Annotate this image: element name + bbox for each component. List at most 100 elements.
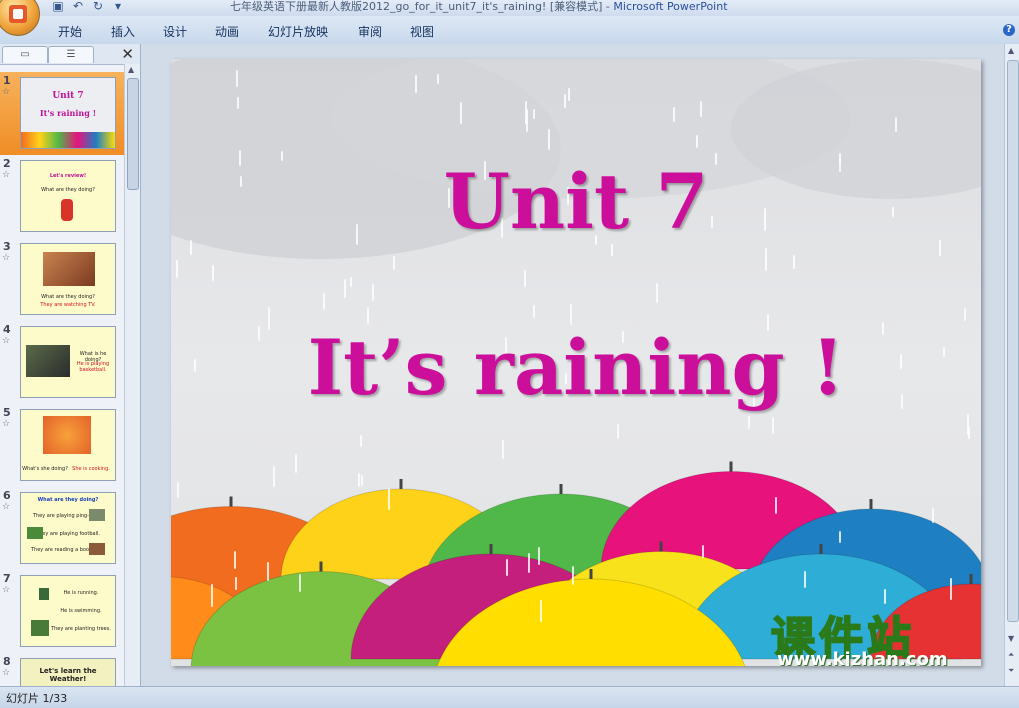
raindrop: [506, 559, 508, 576]
raindrop: [528, 553, 530, 573]
raindrop: [295, 454, 297, 473]
scroll-up-icon[interactable]: ▲: [1008, 46, 1014, 55]
tab-insert[interactable]: 插入: [111, 23, 135, 40]
thumb-picture: [39, 588, 49, 600]
thumbnail-slide-2[interactable]: 2 ☆ Let's review! What are they doing?: [0, 155, 124, 238]
document-title: 七年级英语下册最新人教版2012_go_for_it_unit7_it's_ra…: [230, 0, 614, 13]
raindrop: [673, 107, 675, 122]
slide-subtitle[interactable]: It’s raining !: [171, 323, 981, 412]
raindrop: [502, 440, 504, 459]
raindrop: [950, 578, 952, 600]
dropdown-icon[interactable]: ▾: [110, 0, 126, 13]
animation-star-icon: ☆: [2, 253, 11, 263]
thumbnail-list: 1 ☆ Unit 7 It's raining ! 2 ☆ Let's revi…: [0, 68, 124, 686]
raindrop: [237, 97, 239, 109]
save-icon[interactable]: ▣: [50, 0, 66, 13]
thumb-picture: [43, 416, 91, 454]
outline-tab-icon[interactable]: ☰: [48, 46, 94, 63]
raindrop: [358, 473, 360, 487]
scroll-thumb[interactable]: [1007, 60, 1019, 622]
slide-thumbnail: He is running. He is swimming. They are …: [20, 575, 116, 647]
raindrop: [548, 129, 550, 150]
umbrella-strip: [21, 132, 115, 148]
thumb-text: What's she doing?: [22, 466, 68, 472]
undo-icon[interactable]: ↶: [70, 0, 86, 13]
thumb-text: They are watching TV.: [40, 302, 96, 308]
raindrop: [533, 305, 535, 318]
thumb-text: He is playing basketball.: [76, 361, 110, 373]
raindrop: [344, 279, 346, 298]
previous-slide-icon[interactable]: ⏶: [1008, 650, 1014, 660]
tab-home[interactable]: 开始: [58, 23, 82, 40]
raindrop: [415, 75, 417, 93]
tab-design[interactable]: 设计: [163, 23, 187, 40]
raindrop: [748, 416, 750, 429]
raindrop: [267, 562, 269, 581]
redo-icon[interactable]: ↻: [90, 0, 106, 13]
slide-thumbnail: Let's review! What are they doing?: [20, 160, 116, 232]
raindrop: [572, 566, 574, 585]
next-slide-icon[interactable]: ⏷: [1008, 666, 1014, 676]
thumbnail-slide-7[interactable]: 7 ☆ He is running. He is swimming. They …: [0, 570, 124, 653]
scroll-down-icon[interactable]: ▼: [1008, 634, 1014, 643]
slide-editor: Unit 7 It’s raining ! 课件站 www.kjzhan.com: [141, 44, 1004, 686]
slide-number: 6: [3, 489, 11, 502]
raindrop: [323, 293, 325, 310]
slide-title[interactable]: Unit 7: [171, 157, 981, 246]
raindrop: [273, 466, 275, 487]
raindrop: [696, 135, 698, 148]
raindrop: [702, 545, 704, 558]
animation-star-icon: ☆: [2, 502, 11, 512]
animation-star-icon: ☆: [2, 336, 11, 346]
thumbnail-slide-8[interactable]: 8 ☆ Let's learn the Weather!: [0, 653, 124, 686]
help-icon[interactable]: ?: [1003, 24, 1015, 36]
status-bar: 幻灯片 1/33: [0, 686, 1019, 708]
main-scrollbar[interactable]: ▲ ▼ ⏶ ⏷: [1004, 44, 1019, 686]
slide-number: 2: [3, 157, 11, 170]
pane-scrollbar[interactable]: ▲: [124, 64, 140, 686]
thumb-picture: [89, 543, 105, 555]
current-slide[interactable]: Unit 7 It’s raining ! 课件站 www.kjzhan.com: [171, 59, 981, 666]
quick-access-toolbar: ▣ ↶ ↻ ▾: [50, 0, 126, 14]
slide-thumbnail: What are they doing? They are watching T…: [20, 243, 116, 315]
pane-tabs: ▭ ☰ ✕: [0, 44, 140, 65]
raindrop: [804, 571, 806, 588]
raindrop: [964, 308, 966, 321]
raindrop: [367, 307, 369, 324]
thumbnail-slide-4[interactable]: 4 ☆ What is he doing? He is playing bask…: [0, 321, 124, 404]
raindrop: [234, 551, 236, 569]
tab-animations[interactable]: 动画: [215, 23, 239, 40]
scroll-up-icon[interactable]: ▲: [128, 65, 134, 74]
raindrop: [299, 574, 301, 592]
thumb-text: She is cooking.: [72, 466, 110, 472]
raindrop: [570, 304, 572, 325]
thumb-text: He is running.: [63, 590, 99, 596]
raindrop: [177, 482, 179, 498]
tab-review[interactable]: 审阅: [358, 23, 382, 40]
close-icon[interactable]: ✕: [121, 45, 134, 63]
thumbnail-slide-5[interactable]: 5 ☆ What's she doing? She is cooking.: [0, 404, 124, 487]
thumbnail-slide-3[interactable]: 3 ☆ What are they doing? They are watchi…: [0, 238, 124, 321]
animation-star-icon: ☆: [2, 668, 11, 678]
thumbnail-slide-6[interactable]: 6 ☆ What are they doing? They are playin…: [0, 487, 124, 570]
tab-view[interactable]: 视图: [410, 23, 434, 40]
thumbnail-slide-1[interactable]: 1 ☆ Unit 7 It's raining !: [0, 72, 124, 155]
thumb-text: Unit 7: [52, 91, 84, 101]
raindrop: [932, 508, 934, 523]
thumb-picture: [43, 252, 95, 286]
thumb-text: It's raining !: [39, 108, 97, 118]
slides-tab-icon[interactable]: ▭: [2, 46, 48, 63]
slide-number: 5: [3, 406, 11, 419]
tab-slideshow[interactable]: 幻灯片放映: [268, 23, 328, 40]
watermark-url: www.kjzhan.com: [777, 649, 948, 666]
ribbon: 开始 插入 设计 动画 幻灯片放映 审阅 视图 ?: [0, 16, 1019, 45]
raindrop: [775, 497, 777, 514]
raindrop: [388, 488, 390, 510]
slide-counter: 幻灯片 1/33: [6, 692, 68, 705]
thumb-text: What are they doing?: [41, 294, 95, 300]
raindrop: [895, 117, 897, 132]
raindrop: [393, 256, 395, 270]
scroll-thumb[interactable]: [127, 78, 139, 190]
slide-number: 4: [3, 323, 11, 336]
raindrop: [617, 424, 619, 439]
